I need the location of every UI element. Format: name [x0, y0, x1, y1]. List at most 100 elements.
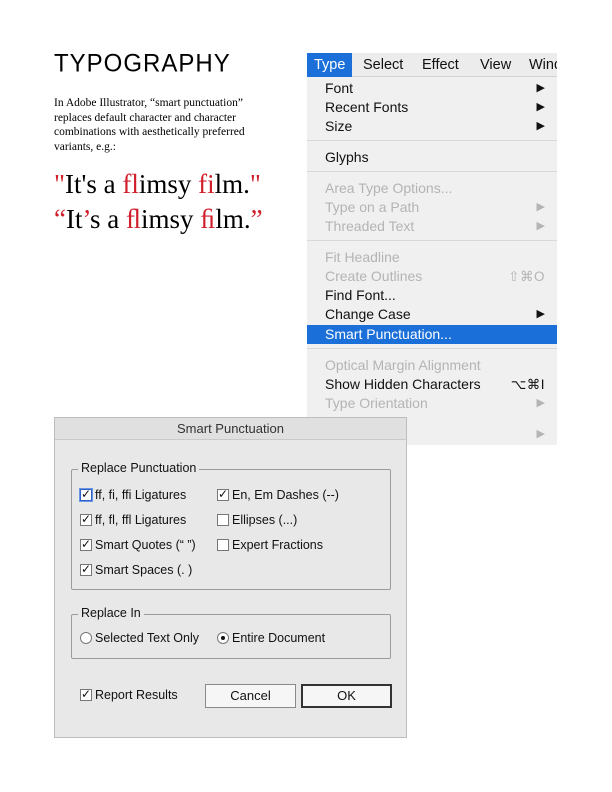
radio-entire-document[interactable]: Entire Document [217, 630, 325, 646]
menubar-item-type[interactable]: Type [307, 53, 353, 77]
menu-item-label: Create Outlines [325, 268, 423, 284]
submenu-arrow-icon: ▶ [536, 101, 545, 113]
shortcut-label: ⌥⌘I [510, 377, 545, 392]
type-menu-dropdown: Font ▶ Recent Fonts ▶ Size ▶ Glyphs Area Ty… [307, 77, 557, 445]
menu-item-label: Font [325, 80, 354, 96]
radio-label: Entire Document [232, 631, 326, 645]
curly-quote-open: “ [54, 204, 66, 234]
sample-text: s a [90, 204, 126, 234]
replace-punctuation-legend: Replace Punctuation [78, 461, 200, 475]
fl-ligature: ﬂ [126, 204, 142, 234]
menu-item-font[interactable]: Font ▶ [307, 79, 557, 98]
type-menu-screenshot: Type Select Effect View Wind Font ▶ Recen… [307, 53, 557, 445]
menu-item-fit-headline: Fit Headline [307, 248, 557, 267]
radio-selected-icon [217, 631, 229, 644]
submenu-arrow-icon: ▶ [536, 308, 545, 320]
checkbox-checked-icon: ✓ [80, 536, 92, 551]
replace-in-group: Replace In Selected Text Only Entire Doc… [71, 606, 391, 659]
sample-text: lm. [214, 169, 250, 199]
checkbox-unchecked-icon [217, 513, 229, 526]
checkbox-ff-fi-ffi-ligatures[interactable]: ✓ ff, fi, ffi Ligatures [80, 487, 186, 503]
article-body: In Adobe Illustrator, “smart punctuation… [54, 97, 245, 153]
menu-item-label: Size [325, 118, 353, 134]
menu-item-create-outlines: Create Outlines ⇧⌘O [307, 267, 557, 286]
menu-item-label: Area Type Options... [325, 180, 453, 196]
menu-separator [307, 240, 557, 241]
menu-item-glyphs[interactable]: Glyphs [307, 148, 557, 167]
menu-separator [307, 171, 557, 172]
checkbox-label: Smart Quotes (“ ”) [95, 538, 196, 552]
smart-punctuation-dialog: Smart Punctuation Replace Punctuation ✓ f… [54, 417, 407, 738]
menu-item-label: Type Orientation [325, 395, 428, 411]
checkbox-checked-icon: ✓ [217, 486, 229, 501]
checkbox-label: ff, fl, ffl Ligatures [95, 513, 187, 527]
menu-item-type-on-a-path: Type on a Path ▶ [307, 198, 557, 217]
menu-separator [307, 140, 557, 141]
checkbox-checked-icon: ✓ [80, 486, 92, 501]
checkbox-label: Smart Spaces (. ) [95, 563, 193, 577]
menu-item-smart-punctuation[interactable]: Smart Punctuation... [307, 325, 557, 344]
shortcut-label: ⇧⌘O [508, 269, 545, 284]
checkbox-smart-spaces[interactable]: ✓ Smart Spaces (. ) [80, 562, 192, 578]
menu-separator [307, 348, 557, 349]
fi-ligature: ﬁ [200, 204, 216, 234]
straight-quote-open: " [54, 169, 66, 199]
checkbox-ff-fl-ffl-ligatures[interactable]: ✓ ff, fl, ffl Ligatures [80, 512, 186, 528]
menu-item-label: Optical Margin Alignment [325, 357, 481, 373]
replace-in-legend: Replace In [78, 606, 144, 620]
menu-item-find-font[interactable]: Find Font... [307, 286, 557, 305]
checkbox-checked-icon: ✓ [80, 561, 92, 576]
menubar: Type Select Effect View Wind [307, 53, 557, 77]
submenu-arrow-icon: ▶ [536, 201, 545, 213]
sample-text: It's a [65, 169, 123, 199]
curly-apostrophe: ’ [82, 204, 90, 234]
menu-item-label: Smart Punctuation... [325, 326, 452, 342]
menu-item-threaded-text: Threaded Text ▶ [307, 217, 557, 236]
menubar-item-effect[interactable]: Effect [415, 53, 466, 77]
menu-item-area-type-options: Area Type Options... [307, 179, 557, 198]
menu-item-show-hidden-characters[interactable]: Show Hidden Characters ⌥⌘I [307, 375, 557, 394]
submenu-arrow-icon: ▶ [536, 82, 545, 94]
checkbox-unchecked-icon [217, 538, 229, 551]
checkbox-label: Expert Fractions [232, 538, 324, 552]
checkbox-expert-fractions[interactable]: Expert Fractions [217, 537, 323, 553]
menu-item-label: Type on a Path [325, 199, 420, 215]
menubar-item-window[interactable]: Wind [522, 53, 557, 77]
menu-item-change-case[interactable]: Change Case ▶ [307, 305, 557, 324]
checkbox-report-results[interactable]: ✓ Report Results [80, 687, 178, 703]
checkbox-label: Ellipses (...) [232, 513, 298, 527]
radio-label: Selected Text Only [95, 631, 199, 645]
menu-item-label: Recent Fonts [325, 99, 409, 115]
curly-quote-close: ” [250, 204, 263, 234]
menubar-item-select[interactable]: Select [356, 53, 410, 77]
checkbox-label: Report Results [95, 688, 178, 702]
menu-item-type-orientation: Type Orientation ▶ [307, 394, 557, 413]
ok-button[interactable]: OK [301, 684, 392, 708]
menu-item-label: Change Case [325, 306, 411, 322]
menu-item-optical-margin-alignment: Optical Margin Alignment [307, 356, 557, 375]
radio-selected-text-only[interactable]: Selected Text Only [80, 630, 199, 646]
replace-punctuation-group: Replace Punctuation ✓ ff, fi, ffi Ligatur… [71, 461, 391, 590]
menu-item-label: Show Hidden Characters [325, 376, 481, 392]
cancel-button[interactable]: Cancel [205, 684, 296, 708]
submenu-arrow-icon: ▶ [536, 428, 545, 440]
menu-item-size[interactable]: Size ▶ [307, 117, 557, 136]
menu-item-recent-fonts[interactable]: Recent Fonts ▶ [307, 98, 557, 117]
checkbox-label: ff, fi, ffi Ligatures [95, 488, 187, 502]
checkbox-smart-quotes[interactable]: ✓ Smart Quotes (“ ”) [80, 537, 196, 553]
sample-text: imsy [141, 204, 201, 234]
checkbox-ellipses[interactable]: Ellipses (...) [217, 512, 297, 528]
menubar-item-view[interactable]: View [473, 53, 518, 77]
sample-plain-punctuation: "It's a flimsy film." [54, 169, 261, 200]
dialog-title: Smart Punctuation [55, 418, 406, 440]
fi-letters: fi [198, 169, 215, 199]
menu-item-label: Glyphs [325, 149, 369, 165]
submenu-arrow-icon: ▶ [536, 120, 545, 132]
checkbox-label: En, Em Dashes (--) [232, 488, 339, 502]
sample-smart-punctuation: “It’s a ﬂimsy ﬁlm.” [54, 204, 263, 235]
sample-text: It [65, 204, 83, 234]
fl-letters: fl [122, 169, 139, 199]
straight-quote-close: " [249, 169, 261, 199]
checkbox-en-em-dashes[interactable]: ✓ En, Em Dashes (--) [217, 487, 339, 503]
menu-item-label: Fit Headline [325, 249, 400, 265]
